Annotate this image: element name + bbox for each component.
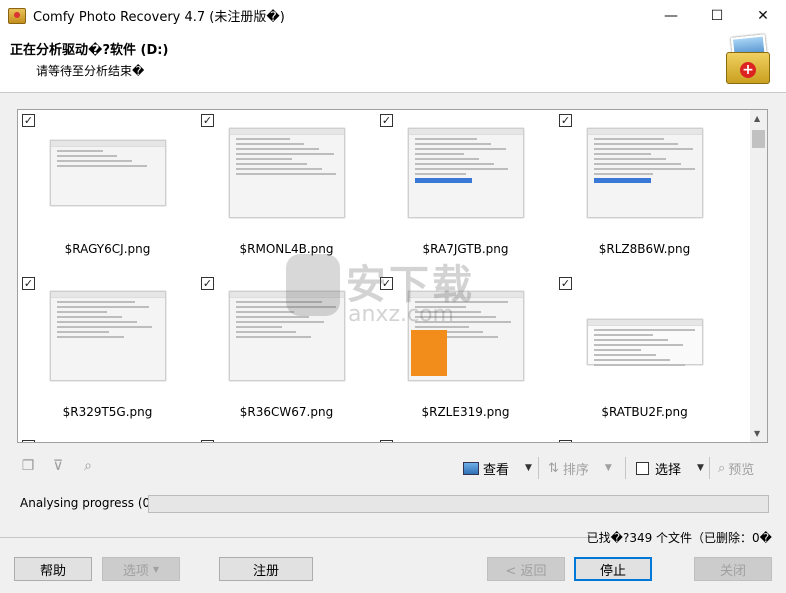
- file-name: $R36CW67.png: [239, 405, 334, 419]
- view-icon: [463, 461, 479, 475]
- file-thumbnail[interactable]: ✓ $RLZ8B6W.png: [555, 110, 734, 273]
- options-label: 选项: [122, 563, 149, 579]
- file-checkbox[interactable]: [559, 440, 572, 442]
- bottom-toolbar: ❐ ⊽ ⌕ 查看 ▼ ⇅ 排序 ▼ 选择 ▼ ⌕ 预览: [0, 452, 786, 482]
- file-thumbnail[interactable]: ✓ $RMONL4B.png: [197, 110, 376, 273]
- progress-bar: [148, 495, 769, 513]
- file-name: $RA7JGTB.png: [422, 242, 509, 256]
- preview-label: 预览: [728, 462, 755, 478]
- chevron-down-icon[interactable]: ▼: [605, 463, 612, 473]
- divider: [0, 537, 590, 538]
- preview-button[interactable]: ⌕ 预览: [718, 456, 754, 480]
- sort-label: 排序: [562, 462, 589, 478]
- select-button[interactable]: 选择 ▼: [636, 456, 704, 480]
- chevron-down-icon: ▼: [152, 564, 160, 574]
- register-button[interactable]: 注册: [219, 557, 313, 581]
- copy-icon[interactable]: ❐: [20, 458, 36, 474]
- close-window-button[interactable]: ✕: [740, 0, 786, 31]
- scroll-up-icon[interactable]: ▲: [754, 114, 760, 123]
- title-bar: Comfy Photo Recovery 4.7 (未注册版�) — ☐ ✕: [0, 0, 786, 31]
- stop-button[interactable]: 停止: [574, 557, 652, 581]
- wizard-header: 正在分析驱动�?软件 (D:) 请等待至分析结束� +: [0, 31, 786, 93]
- file-checkbox[interactable]: [380, 440, 393, 442]
- thumbnail-image: [50, 291, 166, 381]
- view-label: 查看: [483, 462, 510, 478]
- zoom-icon[interactable]: ⌕: [80, 458, 96, 474]
- vertical-scrollbar[interactable]: ▲ ▼: [750, 110, 767, 442]
- thumbnail-grid[interactable]: ▲ ▼ ✓ $RAGY6CJ.png ✓ $RMONL4B.png ✓ $RA7JGTB.…: [17, 109, 768, 443]
- select-checkbox-icon: [636, 461, 649, 475]
- file-checkbox[interactable]: ✓: [201, 277, 214, 290]
- file-name: $RAGY6CJ.png: [64, 242, 151, 256]
- select-label: 选择: [655, 462, 682, 478]
- page-subtitle: 请等待至分析结束�: [36, 64, 145, 78]
- file-thumbnail[interactable]: ✓ $RATBU2F.png: [555, 273, 734, 436]
- thumbnail-image: [408, 291, 524, 381]
- sort-button[interactable]: ⇅ 排序 ▼: [548, 456, 612, 480]
- progress-label: Analysing progress (0%): [20, 496, 167, 510]
- help-button[interactable]: 帮助: [14, 557, 92, 581]
- file-name: $R329T5G.png: [62, 405, 153, 419]
- file-thumbnail[interactable]: ✓ $R329T5G.png: [18, 273, 197, 436]
- file-checkbox[interactable]: ✓: [559, 277, 572, 290]
- file-thumbnail[interactable]: ✓ $R36CW67.png: [197, 273, 376, 436]
- file-checkbox[interactable]: ✓: [22, 277, 35, 290]
- file-checkbox[interactable]: [22, 440, 35, 442]
- options-button[interactable]: 选项 ▼: [102, 557, 180, 581]
- back-button[interactable]: < 返回: [487, 557, 565, 581]
- scroll-thumb[interactable]: [752, 130, 765, 148]
- file-name: $RMONL4B.png: [239, 242, 334, 256]
- recovery-kit-logo: +: [724, 34, 772, 86]
- thumbnail-image: [587, 319, 703, 366]
- file-checkbox[interactable]: ✓: [201, 114, 214, 127]
- minimize-button[interactable]: —: [648, 0, 694, 31]
- thumbnail-image: [229, 128, 345, 218]
- thumbnail-image: [50, 140, 166, 206]
- thumbnail-image: [408, 128, 524, 218]
- file-thumbnail[interactable]: ✓ $RAGY6CJ.png: [18, 110, 197, 273]
- file-checkbox[interactable]: ✓: [559, 114, 572, 127]
- file-name: $RATBU2F.png: [601, 405, 688, 419]
- preview-icon: ⌕: [718, 460, 726, 476]
- thumbnail-image: [229, 291, 345, 381]
- file-checkbox[interactable]: [201, 440, 214, 442]
- thumbnail-image: [587, 128, 703, 218]
- window-title: Comfy Photo Recovery 4.7 (未注册版�): [33, 10, 285, 25]
- file-checkbox[interactable]: ✓: [380, 114, 393, 127]
- close-button[interactable]: 关闭: [694, 557, 772, 581]
- chevron-down-icon[interactable]: ▼: [697, 463, 704, 473]
- scroll-down-icon[interactable]: ▼: [754, 429, 760, 438]
- maximize-icon: ☐: [710, 7, 724, 24]
- filter-icon[interactable]: ⊽: [50, 458, 66, 474]
- file-name: $RZLE319.png: [421, 405, 510, 419]
- chevron-down-icon[interactable]: ▼: [525, 463, 532, 473]
- maximize-button[interactable]: ☐: [694, 0, 740, 31]
- app-icon: [8, 7, 26, 24]
- file-checkbox[interactable]: ✓: [22, 114, 35, 127]
- view-button[interactable]: 查看 ▼: [463, 456, 532, 480]
- close-icon: ✕: [757, 7, 769, 24]
- file-name: $RLZ8B6W.png: [598, 242, 691, 256]
- files-found-status: 已找�?349 个文件（已删除：0�: [586, 531, 772, 545]
- file-checkbox[interactable]: ✓: [380, 277, 393, 290]
- sort-icon: ⇅: [548, 460, 559, 476]
- file-thumbnail[interactable]: ✓ $RZLE319.png: [376, 273, 555, 436]
- page-title: 正在分析驱动�?软件 (D:): [10, 43, 169, 58]
- file-thumbnail[interactable]: ✓ $RA7JGTB.png: [376, 110, 555, 273]
- minimize-icon: —: [664, 7, 678, 24]
